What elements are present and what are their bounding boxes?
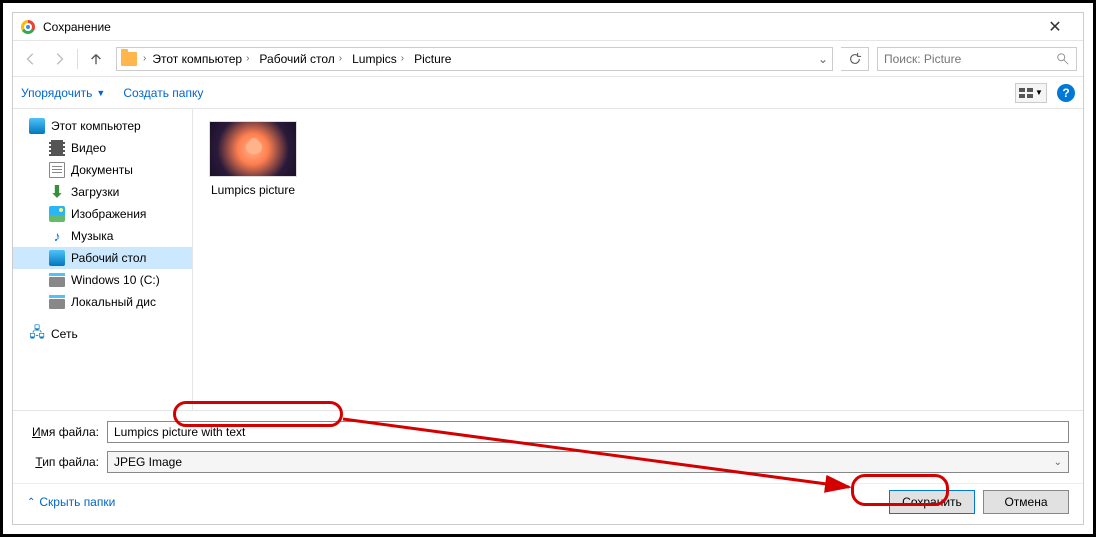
video-icon	[49, 140, 65, 156]
tree-music[interactable]: ♪Музыка	[13, 225, 192, 247]
crumb-picture[interactable]: Picture	[410, 52, 455, 66]
tree-videos[interactable]: Видео	[13, 137, 192, 159]
forward-button[interactable]	[47, 47, 71, 71]
save-button[interactable]: Сохранить	[889, 490, 975, 514]
network-icon: 🖧	[29, 326, 45, 342]
help-button[interactable]: ?	[1057, 84, 1075, 102]
titlebar: Сохранение ✕	[13, 13, 1083, 41]
cancel-button[interactable]: Отмена	[983, 490, 1069, 514]
desktop-icon	[49, 250, 65, 266]
tree-drive-c[interactable]: Windows 10 (C:)	[13, 269, 192, 291]
drive-icon	[49, 299, 65, 309]
document-icon	[49, 162, 65, 178]
filetype-label: Тип файла:	[27, 455, 107, 469]
file-label: Lumpics picture	[205, 183, 301, 197]
tree-network[interactable]: 🖧Сеть	[13, 323, 192, 345]
music-icon: ♪	[49, 228, 65, 244]
drive-icon	[49, 277, 65, 287]
view-button[interactable]: ▼	[1015, 83, 1047, 103]
crumb-this-pc[interactable]: Этот компьютер›	[148, 52, 253, 66]
file-item[interactable]: Lumpics picture	[205, 121, 301, 197]
hide-folders-button[interactable]: ⌃Скрыть папки	[27, 495, 115, 509]
new-folder-button[interactable]: Создать папку	[123, 86, 203, 100]
nav-row: › Этот компьютер› Рабочий стол› Lumpics›…	[13, 41, 1083, 77]
filename-label: Имя файла:	[27, 425, 107, 439]
folder-icon	[121, 52, 137, 66]
nav-tree: Этот компьютер Видео Документы ⬇Загрузки…	[13, 109, 193, 410]
crumb-dropdown[interactable]: ⌄	[818, 52, 828, 66]
action-row: ⌃Скрыть папки Сохранить Отмена	[13, 483, 1083, 524]
crumb-lumpics[interactable]: Lumpics›	[348, 52, 408, 66]
search-icon	[1056, 52, 1070, 66]
search-box[interactable]	[877, 47, 1077, 71]
tree-desktop[interactable]: Рабочий стол	[13, 247, 192, 269]
file-pane[interactable]: Lumpics picture	[193, 109, 1083, 410]
breadcrumb-bar[interactable]: › Этот компьютер› Рабочий стол› Lumpics›…	[116, 47, 833, 71]
crumb-desktop[interactable]: Рабочий стол›	[255, 52, 346, 66]
tree-local-disk[interactable]: Локальный дис	[13, 291, 192, 313]
close-button[interactable]: ✕	[1035, 17, 1075, 37]
pc-icon	[29, 118, 45, 134]
tree-pictures[interactable]: Изображения	[13, 203, 192, 225]
filename-input[interactable]	[107, 421, 1069, 443]
toolbar: Упорядочить ▼ Создать папку ▼ ?	[13, 77, 1083, 109]
search-input[interactable]	[884, 52, 1056, 66]
tree-documents[interactable]: Документы	[13, 159, 192, 181]
download-icon: ⬇	[49, 184, 65, 200]
chrome-icon	[21, 20, 35, 34]
back-button[interactable]	[19, 47, 43, 71]
image-icon	[49, 206, 65, 222]
filetype-select[interactable]: JPEG Image⌄	[107, 451, 1069, 473]
tree-downloads[interactable]: ⬇Загрузки	[13, 181, 192, 203]
thumbnail	[209, 121, 297, 177]
bottom-bar: Имя файла: Тип файла: JPEG Image⌄	[13, 410, 1083, 483]
window-title: Сохранение	[43, 20, 111, 34]
up-button[interactable]	[84, 47, 108, 71]
tree-this-pc[interactable]: Этот компьютер	[13, 115, 192, 137]
refresh-button[interactable]	[841, 47, 869, 71]
organize-button[interactable]: Упорядочить ▼	[21, 86, 105, 100]
